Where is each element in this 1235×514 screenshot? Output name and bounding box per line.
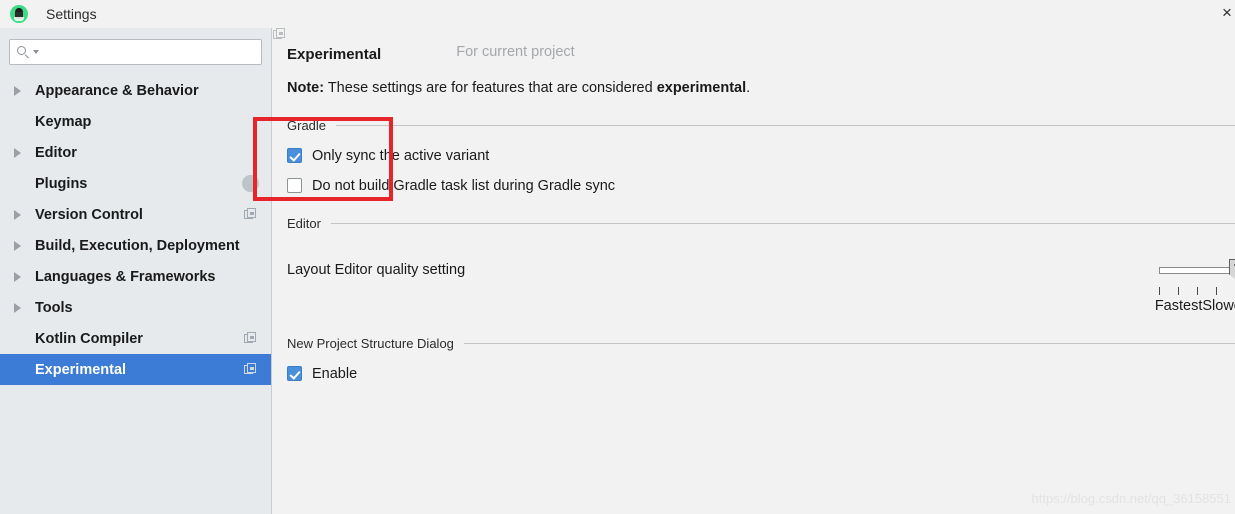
settings-content: Experimental For current project Note: T… [273, 28, 1235, 514]
project-scope-icon [244, 363, 257, 376]
search-input[interactable] [43, 43, 261, 61]
slider-thumb-point [1229, 273, 1235, 283]
search-container [0, 28, 271, 65]
sidebar-item-build-execution-deployment[interactable]: Build, Execution, Deployment [0, 230, 271, 261]
search-box[interactable] [9, 39, 262, 65]
sidebar-item-keymap[interactable]: Keymap [0, 106, 271, 137]
sidebar-item-label: Languages & Frameworks [35, 268, 216, 285]
note-prefix: Note: [287, 79, 325, 96]
project-scope-icon [244, 208, 257, 221]
note-emphasis: experimental [656, 79, 747, 96]
sidebar-item-label: Keymap [35, 113, 92, 130]
section-gradle: Gradle Only sync the active variant Do n… [273, 118, 1235, 194]
sidebar-item-languages-frameworks[interactable]: Languages & Frameworks [0, 261, 271, 292]
expand-arrow-icon[interactable] [14, 302, 28, 313]
checkbox-do-not-build-gradle-task-list[interactable]: Do not build Gradle task list during Gra… [287, 178, 1235, 194]
project-scope-icon [273, 28, 449, 59]
sidebar-item-tools[interactable]: Tools [0, 292, 271, 323]
settings-tree: Appearance & Behavior Keymap Editor Plug… [0, 75, 271, 385]
slider-max-label: Slowest [1202, 297, 1235, 314]
section-divider [330, 223, 1235, 224]
window-title: Settings [46, 6, 97, 22]
slider-track[interactable] [1159, 266, 1235, 274]
checkbox-input[interactable] [287, 178, 302, 193]
note-text: Note: These settings are for features th… [273, 63, 1235, 96]
checkbox-only-sync-active-variant[interactable]: Only sync the active variant [287, 148, 1235, 164]
search-icon [17, 45, 32, 60]
plugins-update-badge-icon [242, 175, 259, 192]
watermark-text: https://blog.csdn.net/qq_36158551 [1031, 491, 1232, 506]
settings-sidebar: Appearance & Behavior Keymap Editor Plug… [0, 28, 272, 514]
title-bar: Settings × [0, 0, 1235, 28]
project-scope-icon [244, 332, 257, 345]
settings-dialog: Settings × Appearance & Behavior Keymap [0, 0, 1235, 514]
close-icon[interactable]: × [1217, 3, 1235, 23]
sidebar-item-label: Experimental [35, 361, 127, 378]
section-title: New Project Structure Dialog [287, 336, 454, 351]
page-title: Experimental [287, 45, 382, 63]
sidebar-item-editor[interactable]: Editor [0, 137, 271, 168]
sidebar-item-label: Tools [35, 299, 73, 316]
sidebar-item-label: Editor [35, 144, 77, 161]
section-divider [336, 125, 1235, 126]
slider-ticks [1159, 286, 1235, 295]
layout-editor-quality-row: Layout Editor quality setting Fastest Slo… [287, 258, 1235, 322]
sidebar-item-label: Build, Execution, Deployment [35, 237, 240, 254]
sidebar-item-label: Version Control [35, 206, 143, 223]
checkbox-input[interactable] [287, 148, 302, 163]
project-scope-tag: For current project [273, 28, 575, 60]
slider-tick-labels: FastestSlowest [1148, 298, 1235, 314]
checkbox-enable-new-project-structure-dialog[interactable]: Enable [287, 366, 1235, 382]
section-header: Gradle [287, 118, 1235, 134]
expand-arrow-icon[interactable] [14, 271, 28, 282]
section-new-project-structure-dialog: New Project Structure Dialog Enable [273, 336, 1235, 382]
section-header: New Project Structure Dialog [287, 336, 1235, 352]
sidebar-item-experimental[interactable]: Experimental [0, 354, 271, 385]
expand-arrow-icon[interactable] [14, 240, 28, 251]
sidebar-item-label: Plugins [35, 175, 88, 192]
sidebar-item-appearance-behavior[interactable]: Appearance & Behavior [0, 75, 271, 106]
section-title: Editor [287, 216, 321, 231]
chevron-down-icon[interactable] [33, 50, 39, 54]
android-studio-icon [10, 5, 28, 23]
note-suffix: . [746, 79, 751, 96]
section-divider [463, 343, 1235, 344]
sidebar-item-label: Appearance & Behavior [35, 82, 199, 99]
section-header: Editor [287, 216, 1235, 232]
sidebar-item-label: Kotlin Compiler [35, 330, 143, 347]
checkbox-label: Do not build Gradle task list during Gra… [312, 177, 616, 194]
expand-arrow-icon[interactable] [14, 147, 28, 158]
checkbox-label: Only sync the active variant [312, 147, 490, 164]
page-header: Experimental For current project [273, 28, 1235, 63]
expand-arrow-icon[interactable] [14, 85, 28, 96]
slider-min-label: Fastest [1154, 297, 1203, 314]
expand-arrow-icon[interactable] [14, 209, 28, 220]
layout-editor-quality-label: Layout Editor quality setting [287, 261, 466, 278]
checkbox-input[interactable] [287, 366, 302, 381]
note-body: These settings are for features that are… [324, 79, 657, 96]
section-title: Gradle [287, 118, 327, 133]
checkbox-label: Enable [312, 365, 358, 382]
project-scope-label: For current project [456, 44, 575, 60]
sidebar-item-version-control[interactable]: Version Control [0, 199, 271, 230]
section-editor: Editor Layout Editor quality setting Fas… [273, 216, 1235, 322]
sidebar-item-kotlin-compiler[interactable]: Kotlin Compiler [0, 323, 271, 354]
sidebar-item-plugins[interactable]: Plugins [0, 168, 271, 199]
